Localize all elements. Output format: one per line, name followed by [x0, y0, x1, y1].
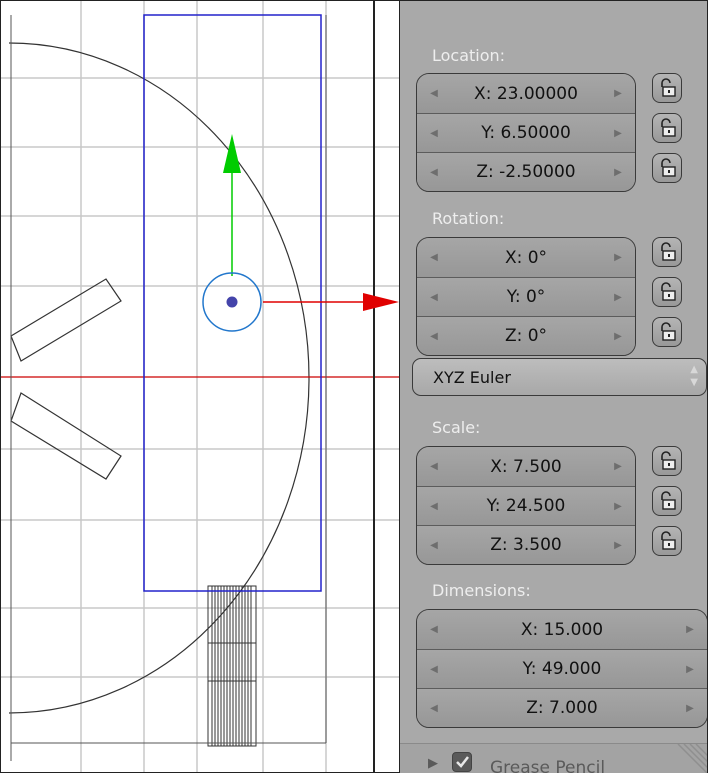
location-z-value: Z: -2.50000 — [476, 162, 576, 182]
grease-pencil-panel-header[interactable]: ▶ Grease Pencil — [400, 743, 707, 773]
increment-icon[interactable]: ▶ — [681, 610, 699, 649]
expand-triangle-icon[interactable]: ▶ — [428, 756, 438, 771]
scale-x-value: X: 7.500 — [490, 456, 562, 477]
increment-icon[interactable]: ▶ — [609, 153, 627, 191]
dimensions-y-value: Y: 49.000 — [522, 659, 602, 679]
increment-icon[interactable]: ▶ — [609, 526, 627, 564]
spoke-lower — [10, 392, 122, 480]
dimensions-fields: ◀ X: 15.000 ▶ ◀ Y: 49.000 ▶ ◀ Z: 7.000 ▶ — [416, 609, 707, 728]
increment-icon[interactable]: ▶ — [681, 689, 699, 727]
increment-icon[interactable]: ▶ — [609, 238, 627, 277]
dimensions-y-field[interactable]: ◀ Y: 49.000 ▶ — [417, 649, 707, 688]
viewport-grid — [1, 1, 399, 772]
up-down-arrows-icon: ▲ ▼ — [690, 364, 698, 388]
lock-rotation-z-button[interactable] — [652, 317, 682, 347]
increment-icon[interactable]: ▶ — [609, 114, 627, 152]
rotation-fields: ◀ X: 0° ▶ ◀ Y: 0° ▶ ◀ Z: 0° ▶ — [416, 237, 636, 356]
increment-icon[interactable]: ▶ — [609, 487, 627, 525]
rotation-label: Rotation: — [432, 209, 505, 228]
scale-fields: ◀ X: 7.500 ▶ ◀ Y: 24.500 ▶ ◀ Z: 3.500 ▶ — [416, 446, 636, 565]
increment-icon[interactable]: ▶ — [681, 650, 699, 688]
transform-panel: Location: ◀ X: 23.00000 ▶ ◀ Y: 6.50000 ▶ ◀ Z:… — [400, 0, 708, 773]
location-y-field[interactable]: ◀ Y: 6.50000 ▶ — [417, 113, 635, 152]
rotation-z-value: Z: 0° — [504, 326, 548, 346]
lock-rotation-y-button[interactable] — [652, 277, 682, 307]
scale-z-value: Z: 3.500 — [490, 535, 562, 555]
dimensions-z-value: Z: 7.000 — [526, 698, 598, 718]
scale-y-field[interactable]: ◀ Y: 24.500 ▶ — [417, 486, 635, 525]
spoke-upper — [10, 278, 122, 362]
lock-location-y-button[interactable] — [652, 113, 682, 143]
rotation-y-value: Y: 0° — [506, 287, 546, 307]
location-fields: ◀ X: 23.00000 ▶ ◀ Y: 6.50000 ▶ ◀ Z: -2.50000 ▶ — [416, 73, 636, 192]
scale-label: Scale: — [432, 418, 481, 437]
rotation-y-field[interactable]: ◀ Y: 0° ▶ — [417, 277, 635, 316]
grease-pencil-label: Grease Pencil — [490, 758, 606, 773]
increment-icon[interactable]: ▶ — [609, 317, 627, 355]
scale-y-value: Y: 24.500 — [486, 496, 566, 516]
increment-icon[interactable]: ▶ — [609, 278, 627, 316]
origin-dot — [226, 296, 238, 308]
rotation-z-field[interactable]: ◀ Z: 0° ▶ — [417, 316, 635, 355]
dimensions-x-value: X: 15.000 — [520, 619, 604, 640]
lock-scale-y-button[interactable] — [652, 486, 682, 516]
lock-location-x-button[interactable] — [652, 73, 682, 103]
lock-location-z-button[interactable] — [652, 153, 682, 183]
circle-wire — [8, 42, 310, 714]
location-y-value: Y: 6.50000 — [481, 123, 571, 143]
grease-pencil-checkbox[interactable] — [452, 752, 472, 772]
rotation-x-value: X: 0° — [504, 247, 548, 268]
3d-viewport[interactable] — [0, 0, 400, 773]
location-z-field[interactable]: ◀ Z: -2.50000 ▶ — [417, 152, 635, 191]
scale-z-field[interactable]: ◀ Z: 3.500 ▶ — [417, 525, 635, 564]
increment-icon[interactable]: ▶ — [609, 447, 627, 486]
rotation-x-field[interactable]: ◀ X: 0° ▶ — [417, 238, 635, 277]
location-x-value: X: 23.00000 — [474, 83, 578, 104]
scale-x-field[interactable]: ◀ X: 7.500 ▶ — [417, 447, 635, 486]
dimensions-z-field[interactable]: ◀ Z: 7.000 ▶ — [417, 688, 707, 727]
dimensions-x-field[interactable]: ◀ X: 15.000 ▶ — [417, 610, 707, 649]
y-axis-arrow — [223, 134, 241, 276]
x-axis-arrow — [263, 293, 399, 311]
location-x-field[interactable]: ◀ X: 23.00000 ▶ — [417, 74, 635, 113]
increment-icon[interactable]: ▶ — [609, 74, 627, 113]
panel-drag-grip-icon[interactable] — [672, 743, 707, 773]
lock-rotation-x-button[interactable] — [652, 237, 682, 267]
dimensions-label: Dimensions: — [432, 581, 531, 600]
rotation-mode-dropdown[interactable]: XYZ Euler ▲ ▼ — [412, 358, 707, 396]
rotation-mode-value: XYZ Euler — [433, 368, 511, 387]
lock-scale-z-button[interactable] — [652, 526, 682, 556]
location-label: Location: — [432, 46, 506, 65]
handle-bars — [207, 585, 257, 747]
lock-scale-x-button[interactable] — [652, 446, 682, 476]
